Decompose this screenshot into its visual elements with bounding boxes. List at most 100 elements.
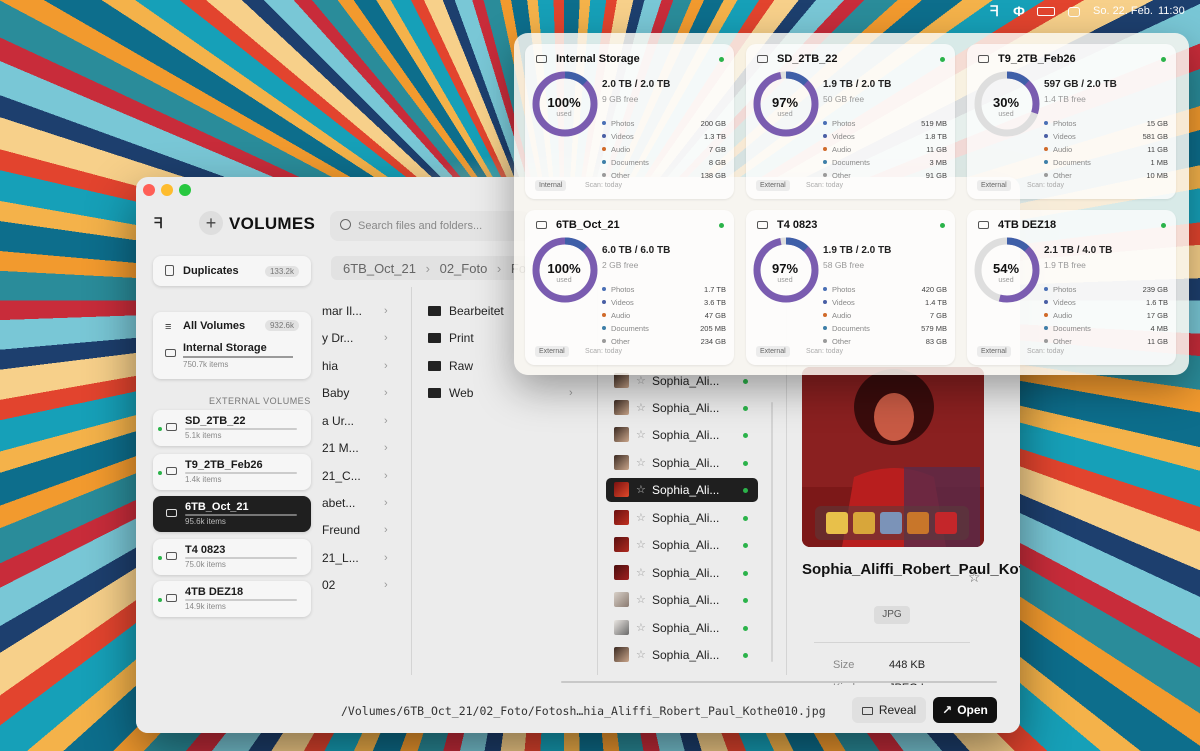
breadcrumb: 6TB_Oct_21 › 02_Foto › Fo <box>331 256 531 280</box>
color-swatch[interactable] <box>880 512 902 534</box>
folder-icon <box>428 388 441 398</box>
search-placeholder: Search files and folders... <box>358 220 483 232</box>
column-item[interactable]: hia <box>322 359 402 373</box>
file-row[interactable]: ☆ Sophia_Ali... <box>606 533 758 557</box>
file-row-selected[interactable]: ☆ Sophia_Ali... <box>606 478 758 502</box>
folder-item[interactable]: Web <box>428 386 473 400</box>
color-swatch[interactable] <box>907 512 929 534</box>
column-divider[interactable] <box>411 287 412 675</box>
sidebar: ᖷ + VOLUMES Duplicates 133.2k ≡ All Volu… <box>136 177 326 733</box>
all-volumes-label: All Volumes <box>183 320 246 332</box>
battery-icon[interactable] <box>1037 7 1055 16</box>
column-item[interactable]: Freund <box>322 523 402 537</box>
star-icon[interactable]: ☆ <box>636 374 646 387</box>
color-swatch[interactable] <box>935 512 957 534</box>
status-dot <box>719 223 724 228</box>
legend-dot <box>1044 287 1048 291</box>
file-row[interactable]: ☆ Sophia_Ali... <box>606 506 758 530</box>
sidebar-volume-t4-0823[interactable]: T4 0823 75.0k items <box>153 539 311 575</box>
menubar-date[interactable]: So. 22. Feb. <box>1093 5 1153 17</box>
duplicates-item[interactable]: Duplicates 133.2k <box>153 256 311 286</box>
search-input[interactable]: Search files and folders... <box>330 211 530 241</box>
chevron-right-icon: › <box>384 497 388 509</box>
folder-item[interactable]: Print <box>428 331 474 345</box>
volume-card[interactable]: 4TB DEZ18 54% used 2.1 TB / 4.0 TB 1.9 T… <box>967 210 1176 365</box>
menubar-time[interactable]: 11:30 <box>1158 5 1185 17</box>
star-icon[interactable]: ☆ <box>636 621 646 634</box>
legend-dot <box>823 121 827 125</box>
add-button[interactable]: + <box>199 211 223 235</box>
folder-icon <box>428 361 441 371</box>
keyboard-layout-icon[interactable]: Ф <box>1013 3 1025 19</box>
star-icon[interactable]: ☆ <box>636 428 646 441</box>
star-icon[interactable]: ☆ <box>636 648 646 661</box>
column-item[interactable]: y Dr... <box>322 331 402 345</box>
star-icon[interactable]: ☆ <box>636 593 646 606</box>
app-menubar-icon[interactable]: ᖷ <box>990 3 998 20</box>
file-row[interactable]: ☆ Sophia_Ali... <box>606 643 758 667</box>
breakdown-row: Photos 420 GB <box>823 285 947 295</box>
horizontal-scrollbar[interactable] <box>561 681 997 683</box>
volume-card[interactable]: SD_2TB_22 97% used 1.9 TB / 2.0 TB 50 GB… <box>746 44 955 199</box>
breadcrumb-item[interactable]: 6TB_Oct_21 <box>343 261 416 276</box>
column-item[interactable]: mar Il... <box>322 304 402 318</box>
star-icon[interactable]: ☆ <box>636 566 646 579</box>
file-row[interactable]: ☆ Sophia_Ali... <box>606 616 758 640</box>
file-thumbnail <box>614 482 629 497</box>
file-row[interactable]: ☆ Sophia_Ali... <box>606 451 758 475</box>
star-icon[interactable]: ☆ <box>636 456 646 469</box>
breakdown-row: Audio 7 GB <box>823 311 947 321</box>
file-row[interactable]: ☆ Sophia_Ali... <box>606 423 758 447</box>
file-path[interactable]: /Volumes/6TB_Oct_21/02_Foto/Fotosh…hia_A… <box>341 704 826 718</box>
volume-items: 95.6k items <box>185 517 226 526</box>
column-item[interactable]: 21_C... <box>322 469 402 483</box>
star-icon[interactable]: ☆ <box>968 569 981 586</box>
column-item[interactable]: abet... <box>322 496 402 510</box>
folder-name: Web <box>449 386 474 400</box>
column-item[interactable]: 02 <box>322 578 402 592</box>
file-name: Sophia_Ali... <box>652 621 720 635</box>
volume-card[interactable]: T9_2TB_Feb26 30% used 597 GB / 2.0 TB 1.… <box>967 44 1176 199</box>
column-item[interactable]: 21 M... <box>322 441 402 455</box>
reveal-button[interactable]: Reveal <box>852 697 926 723</box>
status-dot <box>743 488 748 493</box>
volume-type-tag: External <box>535 346 569 357</box>
volume-name: T9_2TB_Feb26 <box>185 459 263 471</box>
control-center-icon[interactable] <box>1068 7 1080 17</box>
file-row[interactable]: ☆ Sophia_Ali... <box>606 588 758 612</box>
sidebar-volume-t9-2tb-feb26[interactable]: T9_2TB_Feb26 1.4k items <box>153 454 311 490</box>
folder-item[interactable]: Bearbeitet <box>428 304 504 318</box>
breadcrumb-item[interactable]: 02_Foto <box>440 261 488 276</box>
breakdown-value: 239 GB <box>1142 285 1168 294</box>
breakdown-value: 10 MB <box>1146 171 1168 180</box>
color-swatch[interactable] <box>826 512 848 534</box>
sidebar-volume-6tb-oct-21[interactable]: 6TB_Oct_21 95.6k items <box>153 496 311 532</box>
star-icon[interactable]: ☆ <box>636 511 646 524</box>
column-item[interactable]: 21_L... <box>322 551 402 565</box>
file-row[interactable]: ☆ Sophia_Ali... <box>606 561 758 585</box>
open-button[interactable]: ↗ Open <box>933 697 997 723</box>
star-icon[interactable]: ☆ <box>636 483 646 496</box>
folder-name: Raw <box>449 359 474 373</box>
file-row[interactable]: ☆ Sophia_Ali... <box>606 396 758 420</box>
reveal-label: Reveal <box>878 703 917 717</box>
column-item[interactable]: a Ur... <box>322 414 402 428</box>
sidebar-volume-4tb-dez18[interactable]: 4TB DEZ18 14.9k items <box>153 581 311 617</box>
star-icon[interactable]: ☆ <box>636 538 646 551</box>
star-icon[interactable]: ☆ <box>636 401 646 414</box>
folder-item[interactable]: Raw <box>428 359 473 373</box>
status-dot <box>1161 57 1166 62</box>
scrollbar[interactable] <box>771 402 773 662</box>
breakdown-label: Photos <box>832 285 856 294</box>
volume-card[interactable]: 6TB_Oct_21 100% used 6.0 TB / 6.0 TB 2 G… <box>525 210 734 365</box>
breakdown-row: Audio 11 GB <box>1044 145 1168 155</box>
sidebar-volume-sd-2tb-22[interactable]: SD_2TB_22 5.1k items <box>153 410 311 446</box>
column-item[interactable]: Baby <box>322 386 402 400</box>
color-swatch[interactable] <box>853 512 875 534</box>
legend-dot <box>602 326 606 330</box>
breakdown-row: Documents 3 MB <box>823 158 947 168</box>
breakdown-row: Documents 4 MB <box>1044 324 1168 334</box>
drive-icon <box>165 349 176 357</box>
volume-card[interactable]: Internal Storage 100% used 2.0 TB / 2.0 … <box>525 44 734 199</box>
volume-card[interactable]: T4 0823 97% used 1.9 TB / 2.0 TB 58 GB f… <box>746 210 955 365</box>
